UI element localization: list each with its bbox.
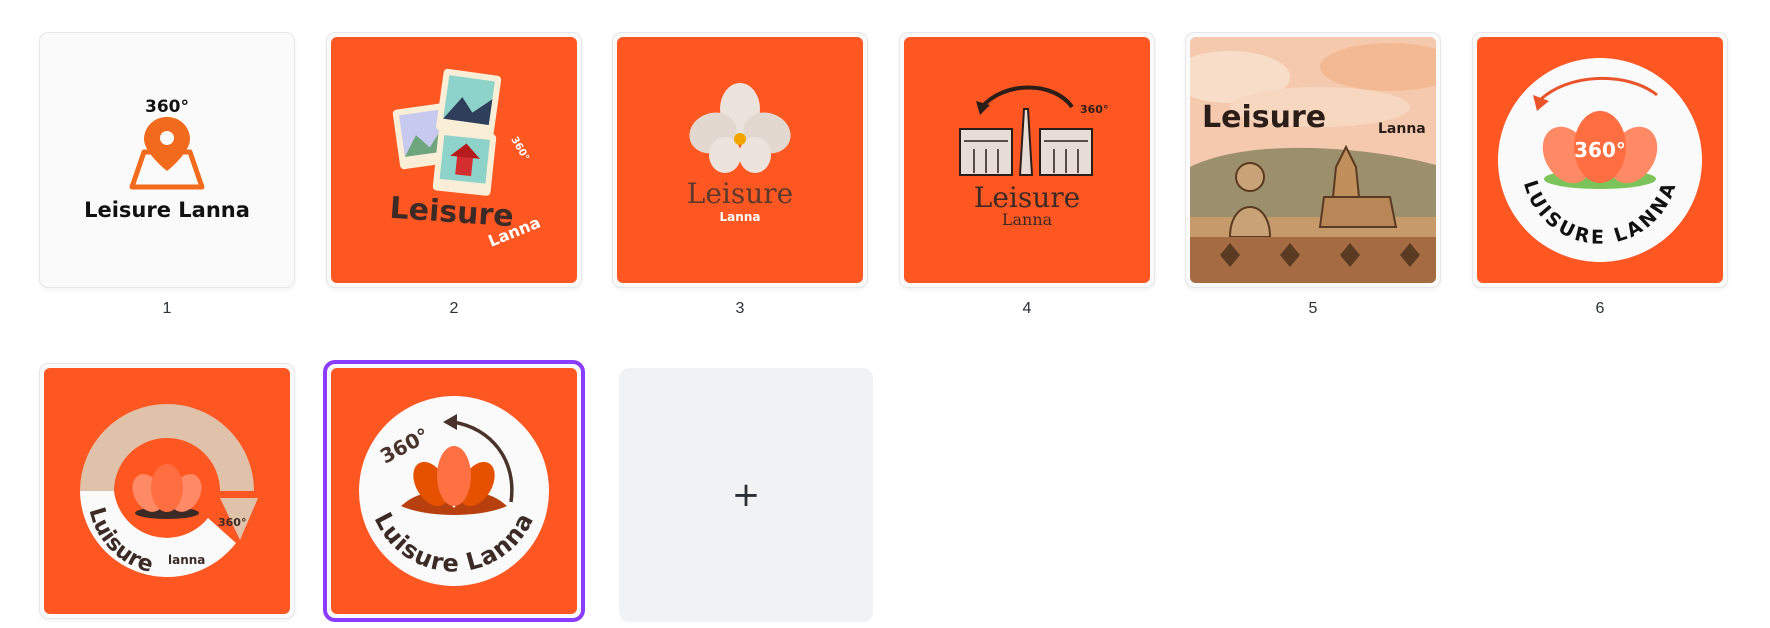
logo-title: Leisure [1202, 100, 1326, 135]
page-number-1: 1 [162, 300, 172, 317]
page-thumbnail-6[interactable]: 360° LUISURE LANNA [1473, 33, 1727, 287]
page-number-2: 2 [449, 300, 459, 317]
plus-icon: + [731, 475, 761, 515]
logo-subtitle: lanna [168, 553, 205, 567]
logo-title: Leisure [687, 177, 793, 210]
page-thumbnail-4[interactable]: 360° Leisure Lanna [900, 33, 1154, 287]
logo-badge: 360° [1574, 138, 1626, 162]
page-thumbnail-2[interactable]: 360° Leisure Lanna [327, 33, 581, 287]
logo-photos-icon: 360° Leisure Lanna [389, 68, 543, 251]
logo-badge: 360° [218, 516, 246, 529]
logo-map-pin-icon: 360° Leisure Lanna [84, 97, 250, 222]
page-number-3: 3 [735, 300, 745, 317]
logo-subtitle: Lanna [720, 210, 761, 224]
logo-title: Leisure Lanna [84, 198, 250, 222]
logo-subtitle: Lanna [1378, 121, 1426, 137]
logo-lotus-circle-icon: 360° Luisure Lanna [359, 396, 549, 586]
logo-badge: 360° [1080, 103, 1108, 116]
logo-badge: 360° [145, 97, 189, 117]
logo-borobudur-illustration: Leisure Lanna [1190, 37, 1436, 283]
logo-badge: 360° [508, 135, 530, 163]
page-number-4: 4 [1022, 300, 1032, 317]
page-thumbnail-5[interactable]: Leisure Lanna [1186, 33, 1440, 287]
page-thumbnail-8[interactable]: 360° Luisure Lanna [327, 364, 581, 618]
page-number-6: 6 [1595, 300, 1605, 317]
logo-title: Leisure [389, 191, 515, 235]
add-page-button[interactable]: + [619, 368, 873, 622]
page-thumbnail-7[interactable]: 360° Luisure lanna [40, 364, 294, 618]
logo-lotus-arrow-icon: 360° Luisure lanna [80, 404, 258, 578]
logo-temple-icon: 360° Leisure Lanna [959, 85, 1108, 229]
logo-lotus-circle-icon: 360° LUISURE LANNA [1498, 58, 1702, 262]
page-thumbnail-3[interactable]: Leisure Lanna [613, 33, 867, 287]
logo-orchid-icon: Leisure Lanna [687, 83, 793, 224]
page-number-5: 5 [1308, 300, 1318, 317]
page-thumbnail-1[interactable]: 360° Leisure Lanna [40, 33, 294, 287]
logo-subtitle: Lanna [1002, 210, 1053, 229]
